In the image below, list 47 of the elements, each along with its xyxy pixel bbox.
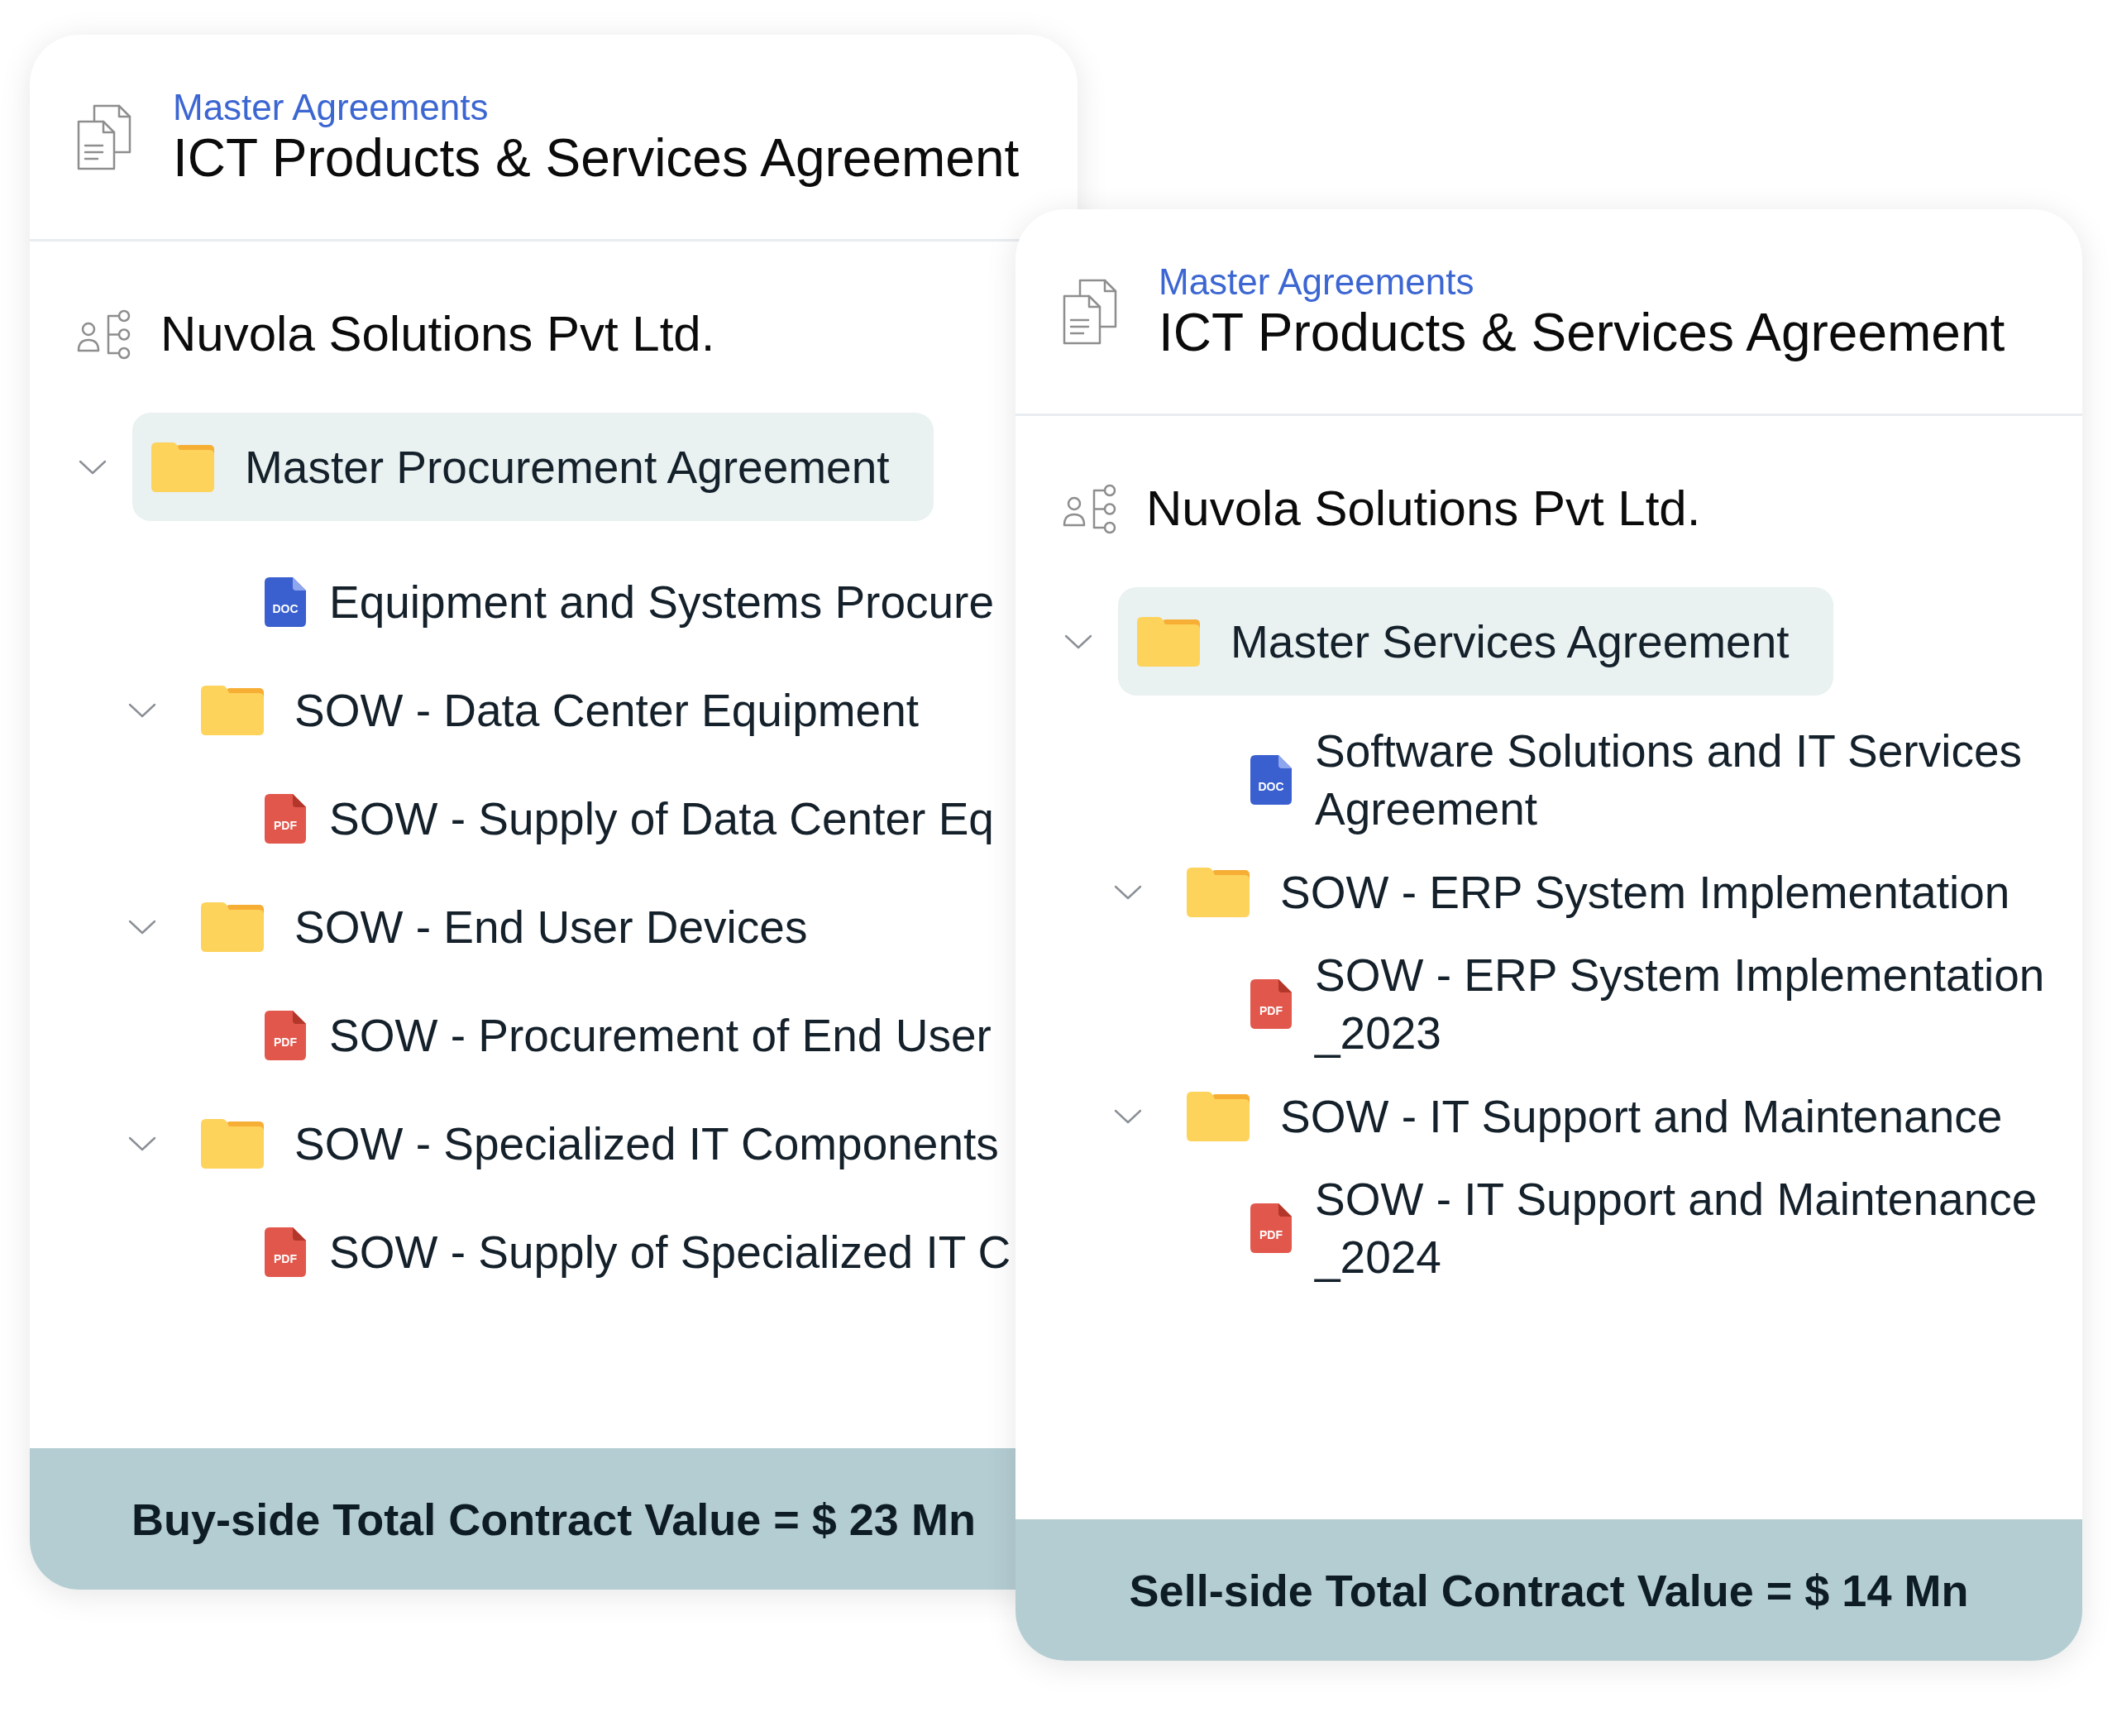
pdf-file-icon: PDF <box>265 793 306 844</box>
chevron-down-icon[interactable] <box>1114 884 1142 900</box>
tree-item[interactable]: PDF SOW - ERP System Implementation _2023 <box>1250 946 2062 1062</box>
chevron-down-icon[interactable] <box>128 702 156 718</box>
total-value-text: Sell-side Total Contract Value = $ 14 Mn <box>1129 1564 1969 1616</box>
tree-item[interactable]: PDF SOW - Procurement of End User <box>265 1006 992 1064</box>
pdf-file-icon: PDF <box>265 1010 306 1060</box>
tree-item[interactable]: PDF SOW - IT Support and Maintenance _2024 <box>1250 1170 2062 1286</box>
total-value-text: Buy-side Total Contract Value = $ 23 Mn <box>131 1493 976 1545</box>
breadcrumb-link[interactable]: Master Agreements <box>1159 261 1474 303</box>
pdf-file-icon: PDF <box>1250 979 1292 1029</box>
company-name: Nuvola Solutions Pvt Ltd. <box>160 305 715 363</box>
tree-item[interactable]: SOW - Specialized IT Components <box>201 1114 999 1173</box>
folder-icon <box>201 1118 264 1169</box>
doc-file-icon: DOC <box>1250 755 1292 805</box>
agreement-title: ICT Products & Services Agreement <box>173 127 1020 188</box>
tree-item[interactable]: SOW - ERP System Implementation <box>1187 863 2010 921</box>
agreement-title: ICT Products & Services Agreement <box>1159 302 2005 362</box>
folder-icon <box>1187 1091 1250 1141</box>
folder-icon <box>201 901 264 952</box>
tree-item[interactable]: Master Procurement Agreement <box>132 413 934 521</box>
tree-item[interactable]: SOW - IT Support and Maintenance <box>1187 1087 2003 1145</box>
tree-item[interactable]: PDF SOW - Supply of Specialized IT C <box>265 1222 1011 1281</box>
folder-icon <box>201 685 264 735</box>
chevron-down-icon[interactable] <box>79 459 107 475</box>
tree-item[interactable]: PDF SOW - Supply of Data Center Eq <box>265 789 994 848</box>
chevron-down-icon[interactable] <box>1114 1108 1142 1124</box>
chevron-down-icon[interactable] <box>1064 634 1092 649</box>
org-chart-icon <box>77 308 132 360</box>
doc-file-icon: DOC <box>265 576 306 627</box>
tree-item[interactable]: DOC Software Solutions and IT Services Agreement <box>1250 722 2062 838</box>
documents-icon <box>1062 278 1117 345</box>
folder-icon <box>1137 616 1200 667</box>
tree-item[interactable]: DOC Equipment and Systems Procure <box>265 572 994 631</box>
tree-item[interactable]: SOW - End User Devices <box>201 897 808 956</box>
tree-item[interactable]: SOW - Data Center Equipment <box>201 681 919 739</box>
folder-icon <box>1187 867 1250 917</box>
org-chart-icon <box>1063 483 1118 534</box>
documents-icon <box>76 103 131 170</box>
pdf-file-icon: PDF <box>1250 1203 1292 1253</box>
breadcrumb-link[interactable]: Master Agreements <box>173 86 489 128</box>
company-name: Nuvola Solutions Pvt Ltd. <box>1146 480 1701 538</box>
folder-icon <box>151 442 214 492</box>
tree-item[interactable]: Master Services Agreement <box>1118 587 1833 696</box>
pdf-file-icon: PDF <box>265 1227 306 1277</box>
chevron-down-icon[interactable] <box>128 1136 156 1151</box>
chevron-down-icon[interactable] <box>128 919 156 935</box>
